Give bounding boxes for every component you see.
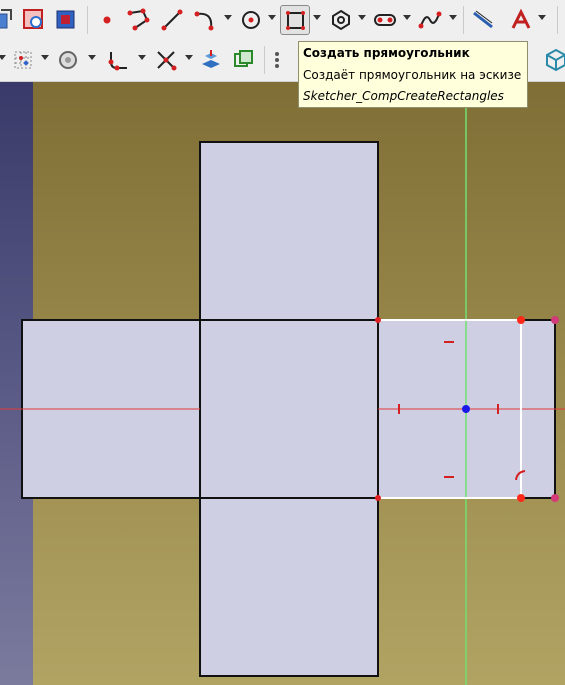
slot-dropdown-arrow[interactable] [403, 15, 411, 20]
point-icon[interactable] [92, 5, 122, 35]
view-section-icon[interactable] [51, 5, 81, 35]
view-3d-icon[interactable] [541, 45, 565, 75]
polygon-icon[interactable] [326, 5, 356, 35]
tooltip-description: Создаёт прямоугольник на эскизе [303, 68, 522, 82]
rectangle-dropdown-arrow[interactable] [313, 15, 321, 20]
vertex-point[interactable] [375, 495, 381, 501]
circle-icon[interactable] [236, 5, 266, 35]
bspline-dropdown-arrow[interactable] [449, 15, 457, 20]
extend-icon[interactable] [196, 45, 226, 75]
sketch-viewport[interactable] [0, 82, 565, 685]
external-geometry-icon[interactable] [468, 5, 498, 35]
slot-icon[interactable] [370, 5, 400, 35]
snap-icon[interactable] [53, 45, 83, 75]
net-face-center[interactable] [199, 319, 379, 499]
sketcher-toolbar-top [0, 0, 565, 41]
line-icon[interactable] [157, 5, 187, 35]
view-sketch-icon[interactable] [19, 5, 49, 35]
trim-dropdown-arrow[interactable] [185, 55, 193, 60]
bspline-icon[interactable] [415, 5, 445, 35]
polyline-icon[interactable] [124, 5, 154, 35]
fillet-dropdown-arrow[interactable] [138, 55, 146, 60]
clone-icon[interactable] [268, 45, 298, 75]
construction-dropdown-arrow[interactable] [538, 15, 546, 20]
vertex-point[interactable] [517, 316, 525, 324]
circle-dropdown-arrow[interactable] [268, 15, 276, 20]
tooltip-command: Sketcher_CompCreateRectangles [303, 89, 504, 103]
tooltip-title: Создать прямоугольник [303, 46, 470, 60]
toolbar-left-dropdown-arrow[interactable] [0, 55, 6, 60]
vertex-point[interactable] [517, 494, 525, 502]
grid-icon[interactable] [8, 45, 38, 75]
vertex-point[interactable] [551, 316, 559, 324]
carbon-copy-icon[interactable] [229, 45, 259, 75]
rectangle-icon[interactable] [280, 5, 310, 35]
leave-sketch-icon[interactable] [0, 5, 18, 35]
vertex-point[interactable] [375, 317, 381, 323]
net-face-top[interactable] [199, 141, 379, 321]
sketch-canvas[interactable] [0, 82, 565, 685]
vertex-point[interactable] [551, 494, 559, 502]
polygon-dropdown-arrow[interactable] [358, 15, 366, 20]
arc-dropdown-arrow[interactable] [224, 15, 232, 20]
grid-dropdown-arrow[interactable] [41, 55, 49, 60]
arc-icon[interactable] [190, 5, 220, 35]
net-face-bottom[interactable] [199, 497, 379, 677]
construction-mode-icon[interactable] [506, 5, 536, 35]
sketch-origin-point[interactable] [462, 405, 470, 413]
trim-icon[interactable] [151, 45, 181, 75]
snap-dropdown-arrow[interactable] [88, 55, 96, 60]
tooltip: Создать прямоугольник Создаёт прямоуголь… [298, 41, 528, 108]
fillet-icon[interactable] [104, 45, 134, 75]
